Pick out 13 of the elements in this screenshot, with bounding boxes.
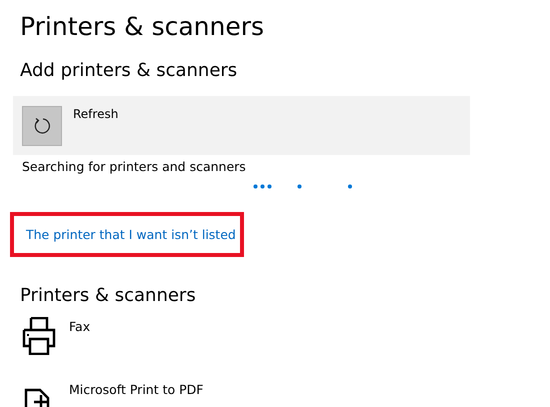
- status-text: Searching for printers and scanners: [22, 159, 247, 174]
- refresh-button[interactable]: [22, 106, 62, 146]
- printer-not-listed-link[interactable]: The printer that I want isn’t listed: [26, 227, 236, 242]
- printer-icon: [22, 317, 56, 355]
- device-name[interactable]: Microsoft Print to PDF: [69, 382, 204, 397]
- page-title: Printers & scanners: [20, 11, 266, 43]
- progress-dots-icon: [253, 184, 355, 189]
- refresh-label: Refresh: [73, 107, 118, 121]
- section-heading: Add printers & scanners: [20, 59, 238, 83]
- section-heading: Printers & scanners: [20, 284, 197, 308]
- refresh-panel[interactable]: Refresh: [13, 96, 470, 155]
- device-name[interactable]: Fax: [69, 319, 90, 334]
- refresh-icon: [32, 116, 52, 136]
